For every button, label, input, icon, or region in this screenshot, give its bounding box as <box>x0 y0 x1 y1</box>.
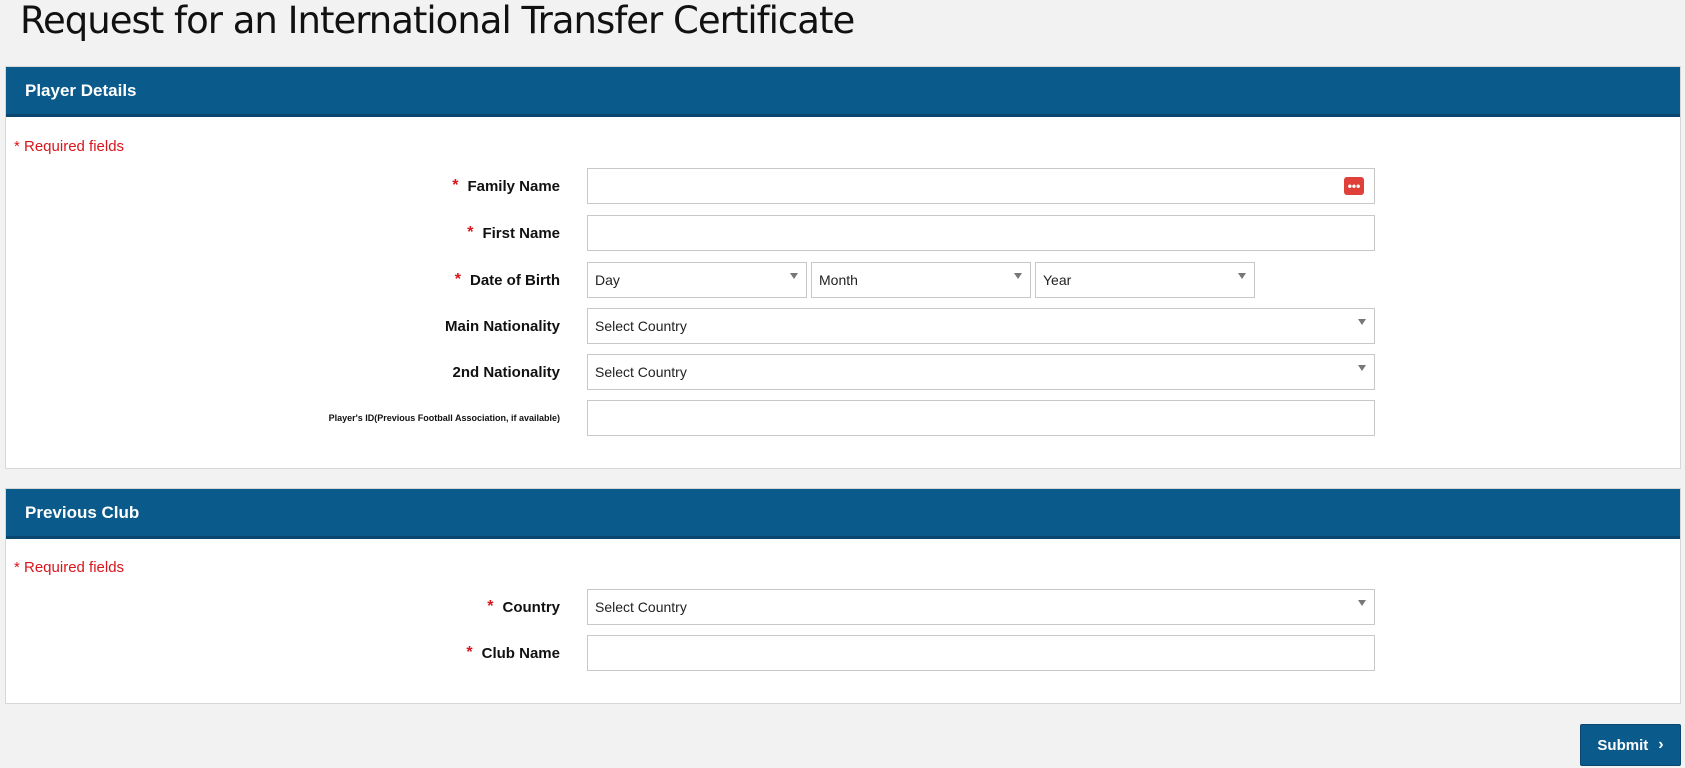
main-nationality-label: Main Nationality <box>444 317 560 335</box>
submit-label: Submit <box>1597 736 1649 754</box>
player-details-panel: Player Details * Required fields * Famil… <box>5 66 1681 469</box>
family-name-label-text: Family Name <box>467 177 560 195</box>
required-star: * <box>454 271 461 288</box>
second-nationality-value: Select Country <box>595 364 687 380</box>
previous-club-panel: Previous Club * Required fields * Countr… <box>5 488 1681 704</box>
club-name-label: * Club Name <box>466 635 560 671</box>
second-nationality-row: 2nd Nationality Select Country <box>6 354 1680 390</box>
required-star: * <box>466 644 473 661</box>
player-details-header: Player Details <box>6 67 1680 117</box>
player-id-input[interactable] <box>588 401 1374 435</box>
family-name-field[interactable]: ••• <box>587 168 1375 204</box>
country-label-text: Country <box>502 598 561 616</box>
required-fields-note: * Required fields <box>14 559 125 576</box>
family-name-label: * Family Name <box>452 168 560 204</box>
dob-day-select[interactable]: Day <box>587 262 807 298</box>
dob-year-select[interactable]: Year <box>1035 262 1255 298</box>
required-fields-note: * Required fields <box>14 138 125 155</box>
dob-month-select[interactable]: Month <box>811 262 1031 298</box>
first-name-row: * First Name <box>6 215 1680 251</box>
date-of-birth-label: * Date of Birth <box>455 262 560 298</box>
previous-club-header: Previous Club <box>6 489 1680 539</box>
page-title: Request for an International Transfer Ce… <box>20 0 855 42</box>
dob-day-value: Day <box>595 272 620 288</box>
dropdown-caret-icon <box>1014 273 1022 279</box>
first-name-field[interactable] <box>587 215 1375 251</box>
date-of-birth-label-text: Date of Birth <box>470 271 560 289</box>
required-star: * <box>487 598 494 615</box>
dropdown-caret-icon <box>790 273 798 279</box>
dropdown-caret-icon <box>1358 365 1366 371</box>
date-of-birth-row: * Date of Birth Day Month Year <box>6 262 1680 298</box>
first-name-label: * First Name <box>467 215 560 251</box>
country-select[interactable]: Select Country <box>587 589 1375 625</box>
required-star: * <box>467 224 474 241</box>
main-nationality-value: Select Country <box>595 318 687 334</box>
club-name-input[interactable] <box>588 636 1374 670</box>
chevron-right-icon: › <box>1658 736 1664 753</box>
main-nationality-row: Main Nationality Select Country <box>6 308 1680 344</box>
dob-year-value: Year <box>1043 272 1072 288</box>
dropdown-caret-icon <box>1238 273 1246 279</box>
player-id-row: Player's ID(Previous Football Associatio… <box>6 400 1680 436</box>
club-name-row: * Club Name <box>6 635 1680 671</box>
submit-button[interactable]: Submit › <box>1580 724 1681 766</box>
second-nationality-label: 2nd Nationality <box>452 363 560 381</box>
club-name-field[interactable] <box>587 635 1375 671</box>
dob-month-value: Month <box>819 272 858 288</box>
second-nationality-select[interactable]: Select Country <box>587 354 1375 390</box>
main-nationality-select[interactable]: Select Country <box>587 308 1375 344</box>
country-value: Select Country <box>595 599 687 615</box>
player-id-label: Player's ID(Previous Football Associatio… <box>328 413 560 423</box>
dropdown-caret-icon <box>1358 319 1366 325</box>
family-name-input[interactable] <box>588 169 1374 203</box>
club-name-label-text: Club Name <box>481 644 560 662</box>
first-name-label-text: First Name <box>482 224 560 242</box>
dropdown-caret-icon <box>1358 600 1366 606</box>
country-row: * Country Select Country <box>6 589 1680 625</box>
more-dots-icon[interactable]: ••• <box>1344 177 1364 195</box>
family-name-row: * Family Name ••• <box>6 168 1680 204</box>
country-label: * Country <box>487 589 560 625</box>
player-id-field[interactable] <box>587 400 1375 436</box>
required-star: * <box>452 177 459 194</box>
first-name-input[interactable] <box>588 216 1374 250</box>
